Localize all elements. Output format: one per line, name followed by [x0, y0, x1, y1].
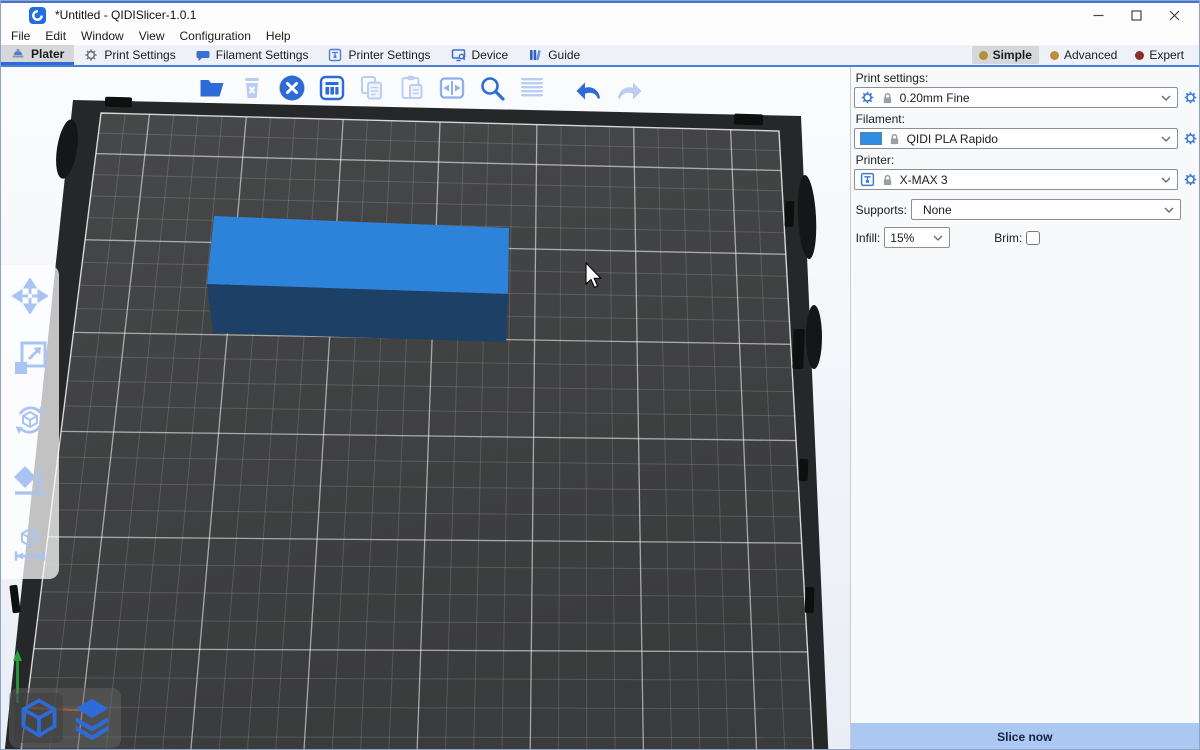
mode-simple[interactable]: Simple — [972, 46, 1039, 64]
print-settings-gear-button[interactable] — [1182, 90, 1198, 106]
menu-view[interactable]: View — [137, 29, 176, 43]
menu-window[interactable]: Window — [79, 29, 135, 43]
tabbar: Plater Print Settings Filament Settings — [1, 45, 1199, 67]
lock-icon — [881, 173, 894, 187]
slice-now-button[interactable]: Slice now — [851, 723, 1199, 750]
filament-label: Filament: — [856, 112, 1199, 126]
layer-list-button[interactable] — [517, 73, 546, 102]
measure-tool-button[interactable] — [12, 526, 48, 565]
preset-gear-icon — [860, 90, 875, 105]
settings-panel: Print settings: 0.20mm Fine Filament: — [850, 67, 1199, 750]
viewport-toolbar — [197, 73, 643, 102]
tab-printer-settings[interactable]: Printer Settings — [318, 45, 440, 65]
move-tool-button[interactable] — [12, 278, 48, 317]
brim-checkbox[interactable] — [1026, 231, 1040, 245]
menubar: File Edit Window View Configuration Help — [1, 27, 1199, 45]
advanced-dot-icon — [1050, 51, 1059, 60]
printer-gear-button[interactable] — [1182, 172, 1198, 188]
titlebar: *Untitled - QIDISlicer-1.0.1 — [1, 1, 1199, 27]
tab-print-settings[interactable]: Print Settings — [74, 45, 185, 65]
model-object[interactable] — [207, 216, 509, 342]
place-on-face-tool-button[interactable] — [12, 464, 48, 503]
3d-editor-view-button[interactable] — [14, 693, 63, 743]
print-settings-label: Print settings: — [856, 71, 1199, 85]
chevron-down-icon — [1164, 207, 1174, 213]
paste-button[interactable] — [397, 73, 426, 102]
maximize-button[interactable] — [1117, 3, 1155, 27]
supports-select[interactable]: None — [911, 199, 1181, 220]
arrange-button[interactable] — [317, 73, 346, 102]
print-settings-select[interactable]: 0.20mm Fine — [854, 87, 1178, 108]
lock-icon — [888, 132, 901, 146]
simple-dot-icon — [979, 51, 988, 60]
undo-button[interactable] — [574, 73, 603, 102]
bed-frame-corner — [806, 305, 822, 369]
mode-selector: Simple Advanced Expert — [972, 45, 1199, 65]
plater-icon — [11, 47, 25, 61]
printer-icon — [328, 48, 342, 62]
scale-tool-button[interactable] — [12, 340, 48, 379]
mode-advanced[interactable]: Advanced — [1043, 46, 1124, 64]
supports-value: None — [917, 203, 1158, 217]
printer-value: X-MAX 3 — [900, 173, 1155, 187]
delete-button[interactable] — [237, 73, 266, 102]
mode-expert[interactable]: Expert — [1128, 46, 1191, 64]
device-icon — [451, 48, 466, 62]
expert-dot-icon — [1135, 51, 1144, 60]
menu-file[interactable]: File — [9, 29, 41, 43]
printer-select[interactable]: X-MAX 3 — [854, 169, 1178, 190]
tab-device[interactable]: Device — [441, 45, 519, 65]
printer-icon — [860, 172, 875, 187]
filament-gear-button[interactable] — [1182, 131, 1198, 147]
tab-guide[interactable]: Guide — [518, 45, 590, 65]
search-button[interactable] — [477, 73, 506, 102]
print-settings-value: 0.20mm Fine — [900, 91, 1155, 105]
guide-icon — [528, 48, 542, 62]
delete-all-button[interactable] — [277, 73, 306, 102]
filament-color-swatch — [860, 132, 882, 145]
side-toolbar — [1, 265, 59, 579]
view-switcher — [9, 688, 121, 748]
lock-icon — [881, 91, 894, 105]
printer-label: Printer: — [856, 153, 1199, 167]
app-logo-icon — [29, 7, 46, 24]
window-title: *Untitled - QIDISlicer-1.0.1 — [55, 8, 196, 22]
gear-icon — [84, 48, 98, 62]
minimize-button[interactable] — [1079, 3, 1117, 27]
menu-edit[interactable]: Edit — [43, 29, 77, 43]
copy-button[interactable] — [357, 73, 386, 102]
close-button[interactable] — [1155, 3, 1193, 27]
infill-value: 15% — [890, 231, 927, 245]
chevron-down-icon — [1161, 136, 1171, 142]
filament-value: QIDI PLA Rapido — [907, 132, 1155, 146]
preview-view-button[interactable] — [67, 693, 116, 743]
split-button[interactable] — [437, 73, 466, 102]
3d-viewport[interactable] — [1, 67, 850, 750]
infill-label: Infill: — [856, 231, 881, 245]
redo-button[interactable] — [614, 73, 643, 102]
menu-configuration[interactable]: Configuration — [178, 29, 262, 43]
chevron-down-icon — [1161, 177, 1171, 183]
app-window: *Untitled - QIDISlicer-1.0.1 File Edit W… — [0, 0, 1200, 750]
filament-icon — [196, 48, 210, 62]
menu-help[interactable]: Help — [264, 29, 302, 43]
rotate-tool-button[interactable] — [12, 402, 48, 441]
chevron-down-icon — [1161, 95, 1171, 101]
filament-select[interactable]: QIDI PLA Rapido — [854, 128, 1178, 149]
tab-plater[interactable]: Plater — [1, 45, 74, 65]
brim-label: Brim: — [994, 231, 1022, 245]
chevron-down-icon — [933, 235, 943, 241]
open-button[interactable] — [197, 73, 226, 102]
print-bed-scene[interactable] — [1, 67, 850, 750]
supports-label: Supports: — [856, 203, 907, 217]
infill-select[interactable]: 15% — [884, 227, 950, 248]
tab-filament-settings[interactable]: Filament Settings — [186, 45, 319, 65]
